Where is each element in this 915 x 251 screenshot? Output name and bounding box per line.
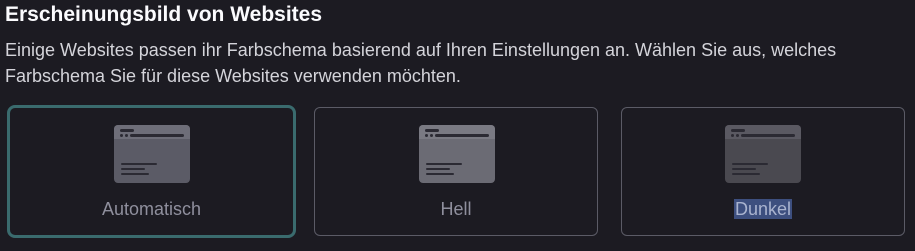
website-appearance-section: Erscheinungsbild von Websites Einige Web… [0,0,915,251]
browser-preview-icon [114,125,190,183]
section-title: Erscheinungsbild von Websites [5,3,323,26]
option-label-light: Hell [440,199,472,219]
browser-preview-icon [725,125,801,183]
appearance-option-dark[interactable]: Dunkel [621,107,905,236]
appearance-option-automatic[interactable]: Automatisch [7,105,296,238]
option-label-automatic: Automatisch [101,199,202,219]
section-description: Einige Websites passen ihr Farbschema ba… [5,40,837,86]
option-label-dark: Dunkel [733,199,793,219]
browser-preview-icon [419,125,495,183]
appearance-option-light[interactable]: Hell [314,107,598,236]
